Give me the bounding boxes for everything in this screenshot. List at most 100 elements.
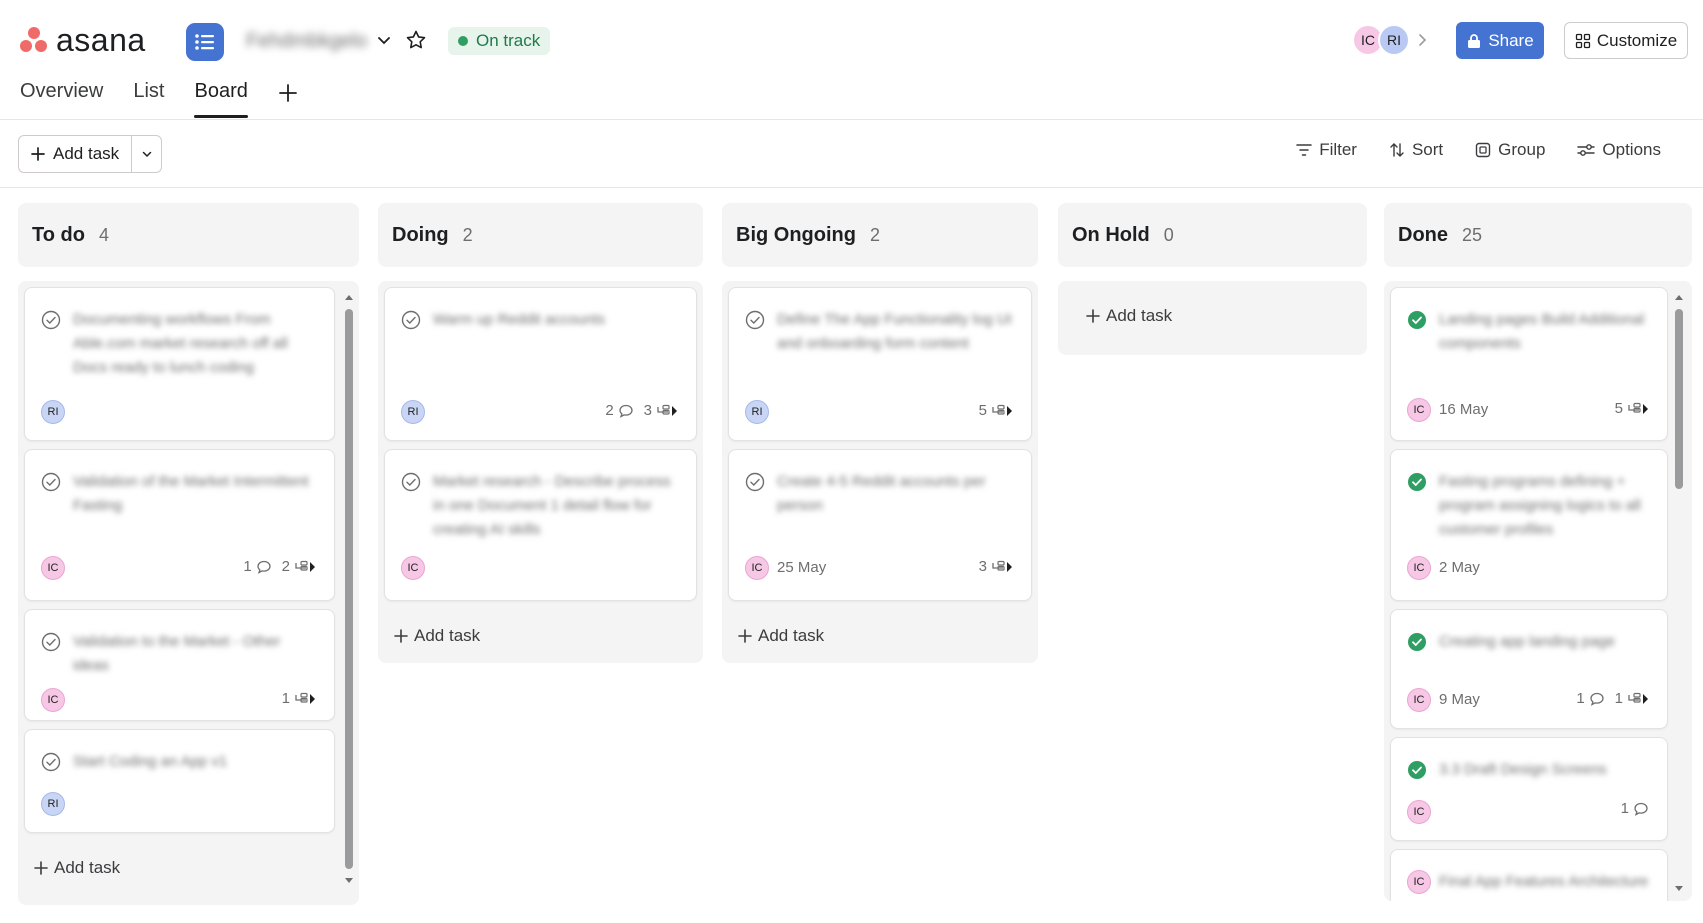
comment-count[interactable]: 2 [605,402,633,419]
assignee-avatar[interactable]: IC [1407,800,1431,824]
task-card[interactable]: Fasting programs defining + program assi… [1390,449,1668,601]
task-card[interactable]: Start Coding an App v1 RI [24,729,335,833]
column-header[interactable]: To do 4 [18,203,359,267]
add-task-dropdown[interactable] [131,136,161,172]
subtask-count[interactable]: 5 [979,402,1013,419]
assignee-avatar[interactable]: IC [1407,398,1431,422]
task-card[interactable]: IC Final App Features Architecture [1390,849,1668,901]
scroll-up-arrow-icon[interactable] [344,293,354,301]
sort-button[interactable]: Sort [1389,140,1443,160]
scroll-down-arrow-icon[interactable] [1674,885,1684,893]
assignee-avatar[interactable]: IC [1407,688,1431,712]
board-column-done: Done 25 Landing pages Build Additional c… [1384,203,1692,901]
due-date[interactable]: 16 May [1439,401,1488,418]
subtask-count[interactable]: 3 [644,402,678,419]
scroll-up-arrow-icon[interactable] [1674,293,1684,301]
tab-list[interactable]: List [133,80,164,117]
task-card[interactable]: Documenting workflows From Able.com mark… [24,287,335,441]
subtask-count[interactable]: 5 [1615,400,1649,417]
add-task-label: Add task [758,626,825,645]
task-card[interactable]: Warm up Reddit accounts RI 2 3 [384,287,697,441]
column-header[interactable]: Big Ongoing 2 [722,203,1038,267]
tab-overview[interactable]: Overview [20,80,103,117]
subtask-count[interactable]: 1 [1615,690,1649,707]
column-header[interactable]: On Hold 0 [1058,203,1367,267]
tab-board[interactable]: Board [194,80,249,118]
status-dot-icon [458,36,468,46]
comment-count-value: 1 [243,558,252,575]
add-task-in-column-button[interactable]: Add task [1064,289,1361,343]
add-task-label: Add task [414,626,481,645]
status-badge[interactable]: On track [448,27,551,55]
add-task-label: Add task [54,858,121,877]
due-date[interactable]: 2 May [1439,559,1480,576]
subtask-icon [992,404,1012,416]
column-header[interactable]: Doing 2 [378,203,703,267]
check-circle-icon[interactable] [41,752,61,772]
star-icon[interactable] [404,28,428,52]
due-date[interactable]: 9 May [1439,691,1480,708]
subtask-count[interactable]: 3 [979,558,1013,575]
share-button[interactable]: Share [1456,22,1544,59]
completed-check-icon[interactable] [1407,760,1427,780]
assignee-avatar[interactable]: IC [41,688,65,712]
project-list-icon[interactable] [186,23,224,61]
completed-check-icon[interactable] [1407,472,1427,492]
assignee-avatar[interactable]: IC [401,556,425,580]
add-task-in-column-button[interactable]: Add task [384,609,697,663]
assignee-avatar[interactable]: RI [41,400,65,424]
add-tab-plus-icon[interactable] [278,83,298,103]
column-header[interactable]: Done 25 [1384,203,1692,267]
check-circle-icon[interactable] [41,632,61,652]
task-card[interactable]: Validation to the Market - Other ideas I… [24,609,335,721]
add-task-button[interactable]: Add task [19,136,131,172]
assignee-avatar[interactable]: RI [401,400,425,424]
task-card[interactable]: Define The App Functionality log UI and … [728,287,1032,441]
task-card[interactable]: Validation of the Market Intermittent Fa… [24,449,335,601]
check-circle-icon[interactable] [41,472,61,492]
task-card[interactable]: 3.3 Draft Design Screens IC 1 [1390,737,1668,841]
group-button[interactable]: Group [1475,140,1545,160]
task-meta: 1 2 [243,558,316,575]
subtask-count-value: 5 [978,402,987,419]
filter-button[interactable]: Filter [1296,140,1357,160]
options-button[interactable]: Options [1577,140,1661,160]
assignee-avatar[interactable]: IC [1407,870,1431,894]
scroll-down-arrow-icon[interactable] [344,877,354,885]
chevron-down-icon [142,151,151,158]
assignee-avatar[interactable]: IC [1407,556,1431,580]
assignee-avatar[interactable]: IC [41,556,65,580]
options-sliders-icon [1577,144,1596,156]
project-name[interactable]: Fehdmbkgelo [246,30,367,53]
completed-check-icon[interactable] [1407,632,1427,652]
check-circle-icon[interactable] [745,310,765,330]
task-card[interactable]: Landing pages Build Additional component… [1390,287,1668,441]
chevron-down-icon[interactable] [374,30,394,50]
add-task-in-column-button[interactable]: Add task [728,609,1032,663]
asana-logo[interactable]: asana [20,24,146,56]
task-title: Fasting programs defining + program assi… [1439,473,1641,538]
list-icon [195,34,214,50]
project-members[interactable]: IC RI [1352,24,1430,56]
customize-button[interactable]: Customize [1564,22,1688,59]
task-card[interactable]: Creating app landing page IC 9 May 1 1 [1390,609,1668,729]
assignee-avatar[interactable]: RI [745,400,769,424]
check-circle-icon[interactable] [745,472,765,492]
comment-count[interactable]: 1 [1621,800,1649,817]
comment-count[interactable]: 1 [1576,690,1604,707]
assignee-avatar[interactable]: RI [41,792,65,816]
task-card[interactable]: Create 4-5 Reddit accounts per person IC… [728,449,1032,601]
scrollbar-thumb[interactable] [1675,309,1683,489]
add-task-in-column-button[interactable]: Add task [24,841,335,895]
scrollbar-thumb[interactable] [345,309,353,869]
assignee-avatar[interactable]: IC [745,556,769,580]
check-circle-icon[interactable] [401,472,421,492]
comment-count[interactable]: 1 [243,558,271,575]
check-circle-icon[interactable] [401,310,421,330]
completed-check-icon[interactable] [1407,310,1427,330]
task-card[interactable]: Market research - Describe process in on… [384,449,697,601]
due-date[interactable]: 25 May [777,559,826,576]
check-circle-icon[interactable] [41,310,61,330]
subtask-count[interactable]: 2 [282,558,316,575]
subtask-count[interactable]: 1 [282,690,316,707]
